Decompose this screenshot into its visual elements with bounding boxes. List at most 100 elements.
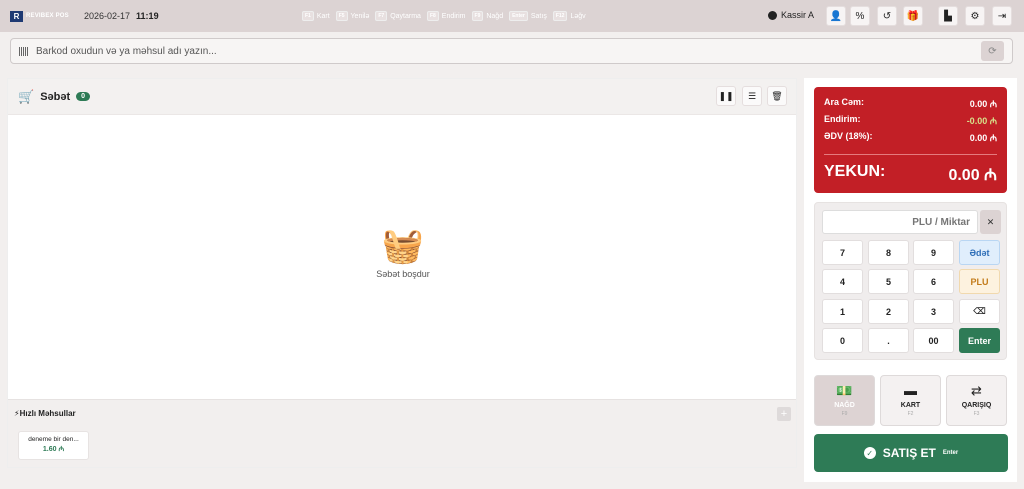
shortcut-key: F1	[302, 11, 314, 21]
total-row: YEKUN: 0.00 ₼	[824, 163, 997, 185]
payment-key: F2	[907, 411, 914, 417]
mixed-icon: ⇄	[971, 383, 982, 398]
shortcut-key: F5	[335, 11, 348, 21]
close-icon: ✕	[986, 216, 995, 227]
trash-icon: 🗑	[771, 90, 783, 101]
subtotal-label: Ara Cəm:	[824, 97, 865, 107]
shortcut-label: Qaytarma	[390, 12, 421, 20]
shortcut-qaytarma: F7 Qaytarma	[375, 11, 421, 21]
keypad-enter-button[interactable]: Enter	[959, 328, 1000, 353]
barcode-icon	[19, 46, 29, 56]
numeric-keypad: ✕ 7 8 9 Ədət 4 5 6 PLU 1 2 3 ⌫ 0 . 00 En…	[814, 202, 1007, 360]
shortcut-label: Ləğv	[570, 12, 586, 20]
quick-products: ⚡Hızlı Məhsullar + deneme bir den... 1.6…	[8, 399, 796, 467]
discount-button[interactable]: %	[850, 6, 870, 26]
refresh-icon: ⟳	[988, 45, 997, 57]
key-6[interactable]: 6	[913, 269, 954, 294]
product-name: deneme bir den...	[28, 436, 79, 443]
shortcut-label: Endirim	[441, 12, 466, 20]
key-0[interactable]: 0	[822, 328, 863, 353]
key-4[interactable]: 4	[822, 269, 863, 294]
hold-cart-button[interactable]: ❚❚	[716, 86, 736, 106]
complete-sale-button[interactable]: ✓ SATIŞ ET Enter	[814, 434, 1008, 472]
cart-header: 🛒 Səbət 0 ❚❚ ☰ 🗑	[8, 79, 796, 115]
key-5[interactable]: 5	[868, 269, 909, 294]
shortcut-endirim: F8 Endirim	[426, 11, 466, 21]
payment-key: F3	[973, 411, 980, 417]
empty-cart-text: Səbət boşdur	[376, 269, 430, 279]
barcode-search[interactable]: ⟳	[10, 38, 1013, 64]
vat-label: ƏDV (18%):	[824, 131, 873, 141]
key-00[interactable]: 00	[913, 328, 954, 353]
current-time: 11:19	[136, 11, 159, 21]
vat-row: ƏDV (18%): 0.00 ₼	[824, 131, 997, 148]
cashier-name: Kassir A	[781, 10, 815, 20]
key-8[interactable]: 8	[868, 240, 909, 265]
mixed-payment-button[interactable]: ⇄ QARIŞIQ F3	[946, 375, 1007, 426]
shortcut-key: Enter	[509, 11, 528, 21]
totals-summary: Ara Cəm: 0.00 ₼ Endirim: -0.00 ₼ ƏDV (18%)…	[814, 87, 1007, 193]
quantity-mode-button[interactable]: Ədət	[959, 240, 1000, 265]
user-circle-icon	[768, 10, 777, 20]
quick-product[interactable]: deneme bir den... 1.60 ₼	[18, 431, 89, 460]
gift-button[interactable]: 🎁	[903, 6, 923, 26]
return-button[interactable]: ↺	[877, 6, 897, 26]
card-icon: ▬	[904, 383, 917, 398]
shortcut-label: Kart	[316, 12, 330, 20]
percent-icon: %	[855, 10, 865, 22]
empty-cart-state: 🧺 Səbət boşdur	[8, 229, 798, 279]
shortcut-label: Nağd	[486, 12, 504, 20]
logout-button[interactable]: ⇥	[992, 6, 1012, 26]
search-input[interactable]	[36, 45, 936, 57]
shortcut-hints: F1 Kart F5 Yenilə F7 Qaytarma F8 Endirim F9 N…	[302, 11, 586, 21]
sale-key: Enter	[942, 450, 959, 456]
reports-button[interactable]: ▙	[938, 6, 958, 26]
cash-payment-button[interactable]: 💵 NAĞD F9	[814, 375, 875, 426]
held-list-button[interactable]: ☰	[742, 86, 762, 106]
customer-button[interactable]: 👤	[826, 6, 846, 26]
product-price: 1.60 ₼	[42, 446, 65, 453]
settings-button[interactable]: ⚙	[965, 6, 985, 26]
clear-cart-button[interactable]: 🗑	[767, 86, 787, 106]
card-payment-button[interactable]: ▬ KART F2	[880, 375, 941, 426]
logo-mark: R	[10, 10, 23, 22]
shortcut-key: F9	[471, 11, 484, 21]
shortcut-label: Yenilə	[350, 12, 370, 20]
key-3[interactable]: 3	[913, 299, 954, 324]
discount-label: Endirim:	[824, 114, 861, 124]
gift-icon: 🎁	[906, 10, 920, 22]
shortcut-kart: F1 Kart	[302, 11, 330, 21]
undo-icon: ↺	[882, 10, 892, 22]
shortcut-key: F8	[426, 11, 439, 21]
refresh-button[interactable]: ⟳	[981, 41, 1004, 61]
key-1[interactable]: 1	[822, 299, 863, 324]
payment-label: NAĞD	[834, 402, 855, 409]
subtotal-row: Ara Cəm: 0.00 ₼	[824, 97, 997, 114]
plu-mode-button[interactable]: PLU	[959, 269, 1000, 294]
shortcut-satis: Enter Satış	[509, 11, 547, 21]
pause-icon: ❚❚	[718, 90, 734, 101]
payment-label: QARIŞIQ	[961, 402, 992, 409]
logo: R REVIBEX POS	[10, 10, 74, 22]
key-7[interactable]: 7	[822, 240, 863, 265]
key-2[interactable]: 2	[868, 299, 909, 324]
logout-icon: ⇥	[997, 10, 1007, 22]
clear-input-button[interactable]: ✕	[980, 210, 1001, 234]
key-decimal[interactable]: .	[868, 328, 909, 353]
total-label: YEKUN:	[824, 163, 886, 180]
subtotal-value: 0.00 ₼	[969, 99, 997, 109]
backspace-button[interactable]: ⌫	[959, 299, 1000, 324]
basket-icon: 🧺	[381, 227, 425, 265]
chart-icon: ▙	[944, 10, 952, 22]
check-circle-icon: ✓	[863, 447, 876, 459]
sale-label: SATIŞ ET	[882, 446, 936, 460]
key-9[interactable]: 9	[913, 240, 954, 265]
cart-title: Səbət	[40, 90, 71, 103]
payment-label: KART	[900, 402, 921, 409]
add-quick-product-button[interactable]: +	[777, 407, 791, 421]
plu-quantity-input[interactable]	[822, 210, 978, 234]
discount-value: -0.00 ₼	[966, 116, 997, 126]
user-icon: 👤	[829, 10, 843, 22]
cart-icon: 🛒	[18, 88, 35, 104]
shortcut-legv: F12 Ləğv	[552, 11, 586, 21]
